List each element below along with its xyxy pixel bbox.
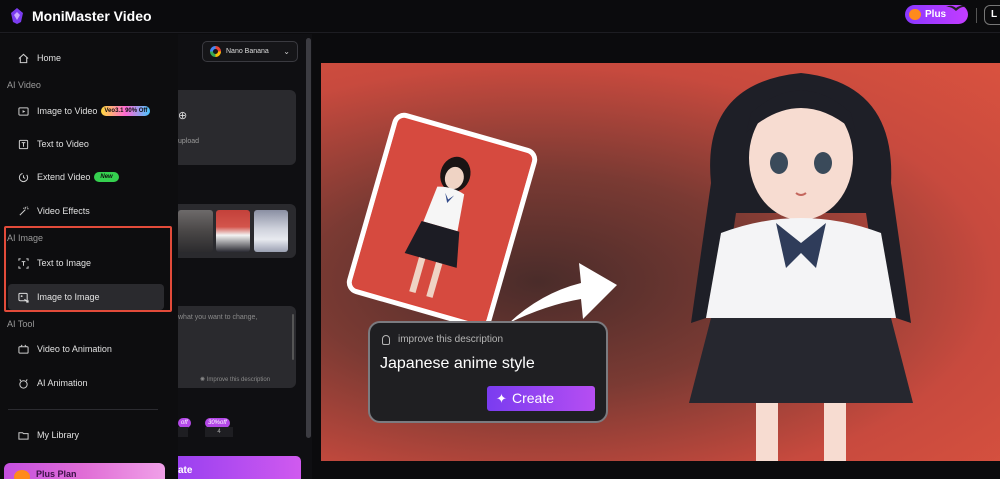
- extend-icon: [17, 171, 29, 183]
- app-root: MoniMaster Video Plus L Home AI Video Im…: [0, 0, 1000, 479]
- upload-text: upload: [178, 138, 200, 145]
- plus-plan-banner[interactable]: Plus Plan: [4, 463, 165, 479]
- bulb-icon: ✺: [200, 377, 206, 383]
- text-video-icon: [17, 138, 29, 150]
- sidebar-item-text-to-video[interactable]: Text to Video: [8, 131, 164, 157]
- sidebar-item-video-effects[interactable]: Video Effects: [8, 198, 164, 224]
- pumpkin-icon: [909, 9, 921, 20]
- ai-animation-icon: [17, 377, 29, 389]
- discount-badge: Veo3.1 90% Off: [101, 106, 151, 116]
- hint-text: improve this description: [398, 334, 504, 345]
- app-title: MoniMaster Video: [32, 8, 152, 24]
- model-select[interactable]: Nano Banana ⌄: [202, 41, 298, 62]
- image-video-icon: [17, 105, 29, 117]
- style-text: Japanese anime style: [380, 355, 535, 372]
- ai-image-highlight: [4, 226, 172, 312]
- sidebar-item-label: AI Animation: [37, 378, 88, 388]
- ratio-option[interactable]: 4: [205, 427, 233, 437]
- banner-create-button[interactable]: ✦ Create: [487, 386, 595, 411]
- arrow-icon: [509, 263, 617, 323]
- prompt-placeholder: what you want to change,: [178, 314, 258, 321]
- folder-icon: [17, 429, 29, 441]
- sidebar-divider: [8, 409, 158, 410]
- section-ai-tool: AI Tool: [7, 319, 35, 329]
- animation-icon: [17, 343, 29, 355]
- logo-icon: [11, 8, 23, 24]
- prompt-scrollbar[interactable]: [292, 314, 294, 360]
- effects-icon: [17, 205, 29, 217]
- sidebar-item-label: Extend Video: [37, 172, 91, 182]
- top-bar: MoniMaster Video Plus L: [0, 0, 1000, 33]
- sample-thumb[interactable]: [216, 210, 250, 252]
- upload-icon: ⊕: [178, 110, 188, 122]
- prompt-card: improve this description Japanese anime …: [368, 321, 608, 423]
- model-name: Nano Banana: [226, 48, 269, 55]
- improve-description-button[interactable]: ✺ Improve this description: [200, 376, 270, 383]
- new-badge: New: [94, 172, 119, 182]
- sidebar-item-label: Text to Video: [37, 139, 89, 149]
- settings-panel: Nano Banana ⌄ ⊕ upload what you want to …: [178, 34, 312, 479]
- improve-label: Improve this description: [206, 377, 271, 383]
- sidebar-item-image-to-video[interactable]: Image to Video Veo3.1 90% Off: [8, 98, 164, 124]
- sidebar-item-label: My Library: [37, 430, 80, 440]
- google-icon: [210, 46, 221, 57]
- prompt-card-hint: improve this description: [382, 334, 503, 345]
- logo[interactable]: MoniMaster Video: [10, 8, 152, 24]
- sidebar-item-ai-animation[interactable]: AI Animation: [8, 370, 164, 396]
- sidebar-item-label: Video Effects: [37, 206, 90, 216]
- upload-dropzone[interactable]: ⊕ upload: [178, 90, 296, 165]
- sidebar-item-home[interactable]: Home: [8, 45, 164, 71]
- pumpkin-icon: [14, 470, 30, 479]
- sidebar-item-label: Image to Video: [37, 106, 98, 116]
- sidebar-item-label: Home: [37, 53, 62, 63]
- showcase-banner: improve this description Japanese anime …: [321, 63, 1000, 461]
- anime-girl-illustration: [689, 73, 913, 461]
- sample-thumb[interactable]: [178, 210, 213, 252]
- chevron-down-icon: ⌄: [283, 47, 290, 56]
- sidebar-item-my-library[interactable]: My Library: [8, 422, 164, 448]
- home-icon: [17, 52, 29, 64]
- plus-label: Plus: [925, 9, 947, 20]
- section-ai-video: AI Video: [7, 80, 41, 90]
- ratio-option[interactable]: [178, 427, 188, 437]
- sample-images: [178, 204, 296, 258]
- sidebar-item-label: Video to Animation: [37, 344, 112, 354]
- sidebar-item-extend-video[interactable]: Extend Video New: [8, 164, 164, 190]
- sidebar: Home AI Video Image to Video Veo3.1 90% …: [0, 34, 178, 479]
- create-button[interactable]: ate: [178, 456, 301, 479]
- sample-thumb[interactable]: [254, 210, 288, 252]
- prompt-textarea[interactable]: what you want to change, ✺ Improve this …: [178, 306, 296, 388]
- create-label: Create: [512, 390, 555, 406]
- sidebar-item-video-to-animation[interactable]: Video to Animation: [8, 336, 164, 362]
- sparkle-icon: ✦: [496, 391, 507, 406]
- bat-icon: [946, 5, 966, 11]
- login-button[interactable]: L: [984, 5, 1000, 25]
- plus-plan-label: Plus Plan: [36, 469, 77, 479]
- panel-scrollbar[interactable]: [306, 38, 311, 438]
- bulb-icon: [382, 334, 390, 345]
- main-preview: improve this description Japanese anime …: [313, 34, 1000, 479]
- top-divider: [976, 8, 977, 23]
